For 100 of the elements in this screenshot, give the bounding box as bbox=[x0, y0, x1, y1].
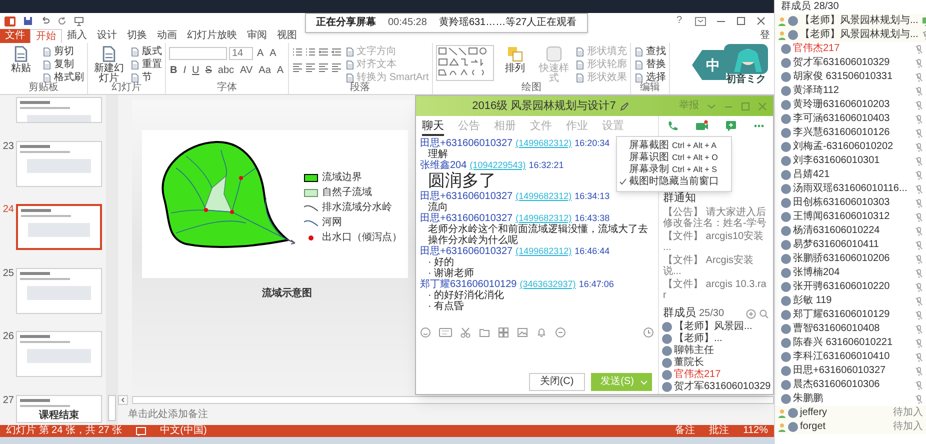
ribbon-button[interactable]: 替换 bbox=[634, 58, 666, 71]
member-name[interactable]: 李兴慧631606010126 bbox=[793, 126, 890, 140]
member-name[interactable]: 晨杰631606010306 bbox=[793, 378, 880, 392]
more-icon[interactable] bbox=[555, 326, 566, 338]
ribbon-button[interactable]: 复制 bbox=[42, 58, 84, 71]
format-button[interactable]: AV bbox=[239, 64, 254, 77]
member-name[interactable]: forget bbox=[800, 420, 826, 434]
menu-item[interactable]: 屏幕识图 Ctrl + Alt + O bbox=[617, 152, 731, 164]
member-name[interactable]: 易梦631606010411 bbox=[793, 238, 879, 252]
member-row[interactable]: 【老师】风景园林规划与... bbox=[775, 14, 926, 28]
scissors-icon[interactable] bbox=[460, 326, 471, 338]
member-name[interactable]: 【老师】风景园林规划与... bbox=[800, 14, 918, 28]
ribbon-tab[interactable]: 切换 bbox=[122, 29, 152, 43]
phone-icon[interactable] bbox=[667, 120, 679, 132]
member-name[interactable]: 田创栋631606010303 bbox=[793, 196, 890, 210]
ribbon-button[interactable]: 排列 bbox=[496, 45, 533, 82]
chevron-down-icon[interactable] bbox=[707, 102, 716, 110]
align-icon[interactable] bbox=[304, 62, 316, 73]
clock-icon[interactable] bbox=[643, 326, 654, 338]
font-name-field[interactable] bbox=[169, 47, 227, 60]
close-button[interactable]: 关闭(C) bbox=[528, 373, 585, 391]
member-name[interactable]: 贺才军631606010329 bbox=[793, 56, 890, 70]
list-icon[interactable] bbox=[292, 47, 303, 58]
align-icon[interactable] bbox=[292, 62, 303, 73]
ribbon-tab[interactable]: 设计 bbox=[92, 29, 122, 43]
member-row[interactable]: 【老师】风景园林规划与... bbox=[775, 28, 926, 42]
member-name[interactable]: 陈春兴 631606010221 bbox=[793, 336, 893, 350]
member-name[interactable]: 李可涵631606010403 bbox=[793, 112, 890, 126]
indent-icon[interactable] bbox=[318, 47, 329, 58]
align-icon[interactable] bbox=[318, 62, 329, 73]
format-button[interactable]: A bbox=[276, 64, 285, 77]
ribbon-tab[interactable]: 视图 bbox=[272, 29, 302, 43]
slide-thumbnail[interactable]: 课程结束 bbox=[16, 394, 102, 423]
member-name[interactable]: 朱鹏鹏 bbox=[793, 392, 823, 406]
format-button[interactable]: abc bbox=[216, 64, 236, 77]
member-name[interactable]: 张鹏骄631606010206 bbox=[793, 252, 890, 266]
member-name[interactable]: 【老师】风景园林规划与... bbox=[800, 28, 918, 42]
member-name[interactable]: 汤雨双瑶631606010116... bbox=[793, 182, 908, 196]
notice-item[interactable]: 【文件】 Arcgis安装说... bbox=[659, 255, 773, 277]
member-name[interactable]: 曹智631606010408 bbox=[793, 322, 880, 336]
member-name[interactable]: 王博闻631606010312 bbox=[793, 210, 890, 224]
shapes-gallery[interactable] bbox=[436, 45, 494, 81]
menu-item[interactable]: 屏幕截图 Ctrl + Alt + A bbox=[617, 140, 731, 152]
member-name[interactable]: 胡家俊 631506010331 bbox=[793, 70, 893, 84]
redo-icon[interactable] bbox=[57, 16, 67, 26]
font-size-field[interactable]: 14 bbox=[229, 47, 253, 60]
member-row[interactable]: jeffery 待加入 bbox=[775, 406, 926, 420]
file-tab[interactable]: 文件 bbox=[0, 29, 30, 43]
indent-icon[interactable] bbox=[330, 47, 342, 58]
notice-item[interactable]: 【公告】 请大家进入后修改备注名：姓名-学号 bbox=[659, 207, 773, 229]
format-button[interactable]: U bbox=[191, 64, 200, 77]
ribbon-tab[interactable]: 审阅 bbox=[242, 29, 272, 43]
format-button[interactable]: S bbox=[204, 64, 213, 77]
save-icon[interactable] bbox=[23, 16, 33, 26]
member-name[interactable]: 官伟杰217 bbox=[674, 369, 721, 381]
ribbon-tab[interactable]: 开始 bbox=[30, 29, 62, 43]
notice-item[interactable]: 【文件】 arcgis 10.3.rar bbox=[659, 279, 773, 301]
ribbon-tab[interactable]: 幻灯片放映 bbox=[182, 29, 242, 43]
help-button[interactable]: ? bbox=[673, 14, 685, 28]
horizontal-scrollbar[interactable] bbox=[132, 396, 774, 404]
format-button[interactable]: B bbox=[169, 64, 178, 77]
member-name[interactable]: 张博楠204 bbox=[793, 266, 840, 280]
ribbon-button[interactable]: 新建幻灯片 bbox=[91, 45, 127, 82]
ribbon-button[interactable]: 粘贴 bbox=[3, 45, 39, 82]
ribbon-button[interactable]: 版式 bbox=[130, 45, 162, 58]
member-name[interactable]: 贺才军631606010329 bbox=[674, 381, 771, 393]
member-name[interactable]: 黄玲珊631606010203 bbox=[793, 98, 890, 112]
notes-placeholder[interactable]: 单击此处添加备注 bbox=[128, 409, 208, 421]
ribbon-tab[interactable]: 动画 bbox=[152, 29, 182, 43]
bell-icon[interactable] bbox=[536, 326, 547, 338]
ribbon-button[interactable]: 节 bbox=[130, 71, 162, 84]
video-icon[interactable] bbox=[695, 120, 709, 132]
member-name[interactable]: 李科江631606010410 bbox=[793, 350, 890, 364]
image-icon[interactable] bbox=[517, 326, 528, 338]
notes-button[interactable]: 备注 bbox=[675, 425, 696, 437]
member-name[interactable]: 黄泽琦112 bbox=[793, 84, 839, 98]
grow-font-button[interactable]: A bbox=[255, 47, 266, 60]
member-name[interactable]: jeffery bbox=[800, 406, 828, 420]
member-name[interactable]: 官伟杰217 bbox=[793, 42, 840, 56]
member-name[interactable]: 张开骋631606010220 bbox=[793, 280, 890, 294]
member-name[interactable]: 吕婧421 bbox=[793, 168, 830, 182]
format-button[interactable]: I bbox=[182, 64, 188, 77]
sticker-icon[interactable] bbox=[439, 326, 452, 338]
ribbon-button[interactable]: 剪切 bbox=[42, 45, 84, 58]
scrollbar-thumb[interactable] bbox=[108, 395, 116, 421]
smiley-icon[interactable] bbox=[420, 326, 431, 338]
slide-thumbnail[interactable] bbox=[16, 204, 102, 250]
format-button[interactable]: Aa bbox=[258, 64, 272, 77]
ribbon-button[interactable]: 重置 bbox=[130, 58, 162, 71]
slideshow-icon[interactable] bbox=[74, 16, 84, 26]
sign-in-link[interactable]: 登 bbox=[760, 29, 774, 43]
scroll-left-icon[interactable] bbox=[118, 395, 128, 405]
pencil-icon[interactable] bbox=[620, 102, 629, 110]
undo-icon[interactable] bbox=[40, 16, 50, 26]
member-name[interactable]: 郑丁耀631606010129 bbox=[793, 308, 890, 322]
member-name[interactable]: 刘梅孟-631606010202 bbox=[793, 140, 894, 154]
member-name[interactable]: 【老师】风景园... bbox=[674, 321, 752, 333]
close-icon[interactable] bbox=[756, 16, 766, 26]
align-icon[interactable] bbox=[330, 62, 342, 73]
member-name[interactable]: 刘李631606010301 bbox=[793, 154, 880, 168]
